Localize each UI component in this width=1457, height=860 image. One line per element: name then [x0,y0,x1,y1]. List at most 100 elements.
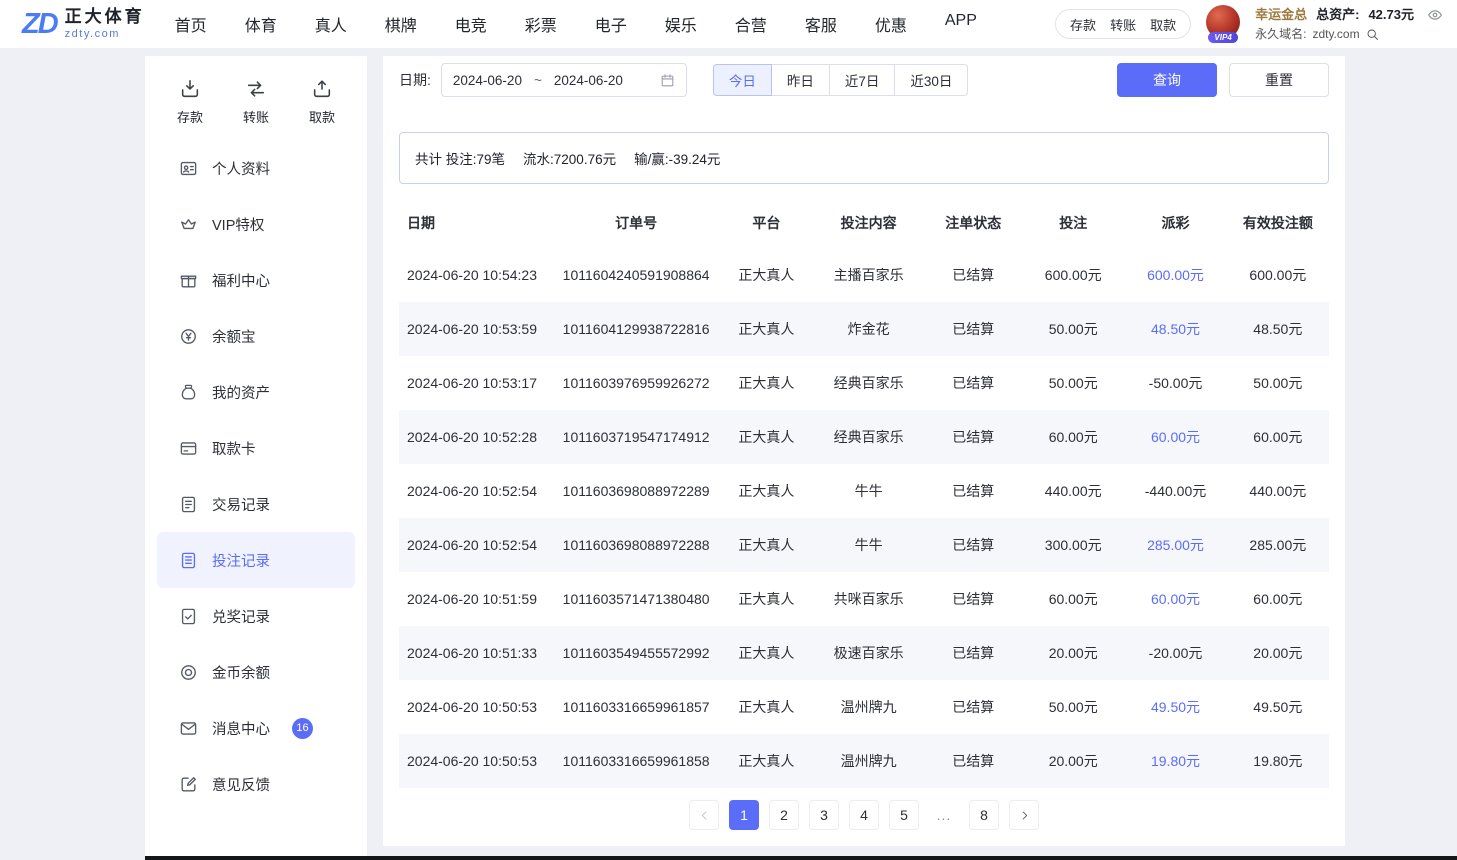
sidebar-item-welfare[interactable]: 福利中心 [157,252,355,308]
nav-item-live[interactable]: 真人 [315,12,347,36]
sidebar-item-gold-balance[interactable]: 金币余额 [157,644,355,700]
cell-content: 牛牛 [813,518,925,572]
sidebar-menu: 个人资料VIP特权福利中心余额宝我的资产取款卡交易记录投注记录兑奖记录金币余额消… [145,140,367,812]
sidebar: 存款转账取款 个人资料VIP特权福利中心余额宝我的资产取款卡交易记录投注记录兑奖… [145,56,367,860]
cell-order: 1011603316659961857 [552,680,719,734]
cell-payout: -50.00元 [1124,356,1226,410]
page-button-2[interactable]: 2 [769,800,799,830]
records-table-body: 2024-06-20 10:54:231011604240591908864正大… [399,248,1329,788]
cell-payout: 49.50元 [1124,680,1226,734]
range-button-today[interactable]: 今日 [713,64,772,96]
table-row: 2024-06-20 10:54:231011604240591908864正大… [399,248,1329,302]
sidebar-item-withdraw-card[interactable]: 取款卡 [157,420,355,476]
total-assets-value: 42.73元 [1368,5,1414,25]
column-header: 订单号 [552,198,719,248]
sidebar-item-transactions[interactable]: 交易记录 [157,476,355,532]
header-right: 存款转账取款 VIP4 幸运金总 总资产: 42.73元 永久域名: zdty.… [1055,5,1443,44]
sidebar-item-redeem-records[interactable]: 兑奖记录 [157,588,355,644]
nav-item-lottery[interactable]: 彩票 [525,12,557,36]
nav-item-sports[interactable]: 体育 [245,12,277,36]
page-body: 存款转账取款 个人资料VIP特权福利中心余额宝我的资产取款卡交易记录投注记录兑奖… [0,48,1457,860]
page-button-3[interactable]: 3 [809,800,839,830]
sidebar-item-yuebao[interactable]: 余额宝 [157,308,355,364]
sidebar-item-assets[interactable]: 我的资产 [157,364,355,420]
nav-item-esports[interactable]: 电竞 [455,12,487,36]
nav-item-joint[interactable]: 合营 [735,12,767,36]
permanent-domain-label: 永久域名: [1255,25,1306,43]
chevron-left-icon [698,809,711,822]
feedback-icon [179,775,198,794]
nav-item-slots[interactable]: 电子 [595,12,627,36]
sidebar-item-vip[interactable]: VIP特权 [157,196,355,252]
date-filter-label: 日期: [399,70,431,90]
eye-icon[interactable] [1427,7,1443,23]
quick-action-deposit[interactable]: 存款 [177,78,203,126]
cell-content: 共咪百家乐 [813,572,925,626]
user-row-assets: 幸运金总 总资产: 42.73元 [1255,5,1443,25]
cell-platform: 正大真人 [720,680,813,734]
range-button-last7[interactable]: 近7日 [829,64,896,96]
quick-action-withdraw[interactable]: 取款 [309,78,335,126]
column-header: 有效投注额 [1227,198,1329,248]
summary-bar: 共计 投注:79笔流水:7200.76元输/赢:-39.24元 [399,132,1329,184]
calendar-icon [660,73,675,88]
pagination-next-button[interactable] [1009,800,1039,830]
deposit-button[interactable]: 存款 [1070,15,1096,34]
cell-status: 已结算 [924,464,1022,518]
reset-button[interactable]: 重置 [1229,63,1329,97]
nav-item-app[interactable]: APP [945,12,977,36]
date-range-input[interactable]: 2024-06-20 ~ 2024-06-20 [441,63,687,97]
sidebar-item-messages[interactable]: 消息中心16 [157,700,355,756]
sidebar-item-label: 消息中心 [212,718,270,739]
transfer-button[interactable]: 转账 [1110,15,1136,34]
total-assets-label: 总资产: [1316,5,1359,25]
cell-platform: 正大真人 [720,248,813,302]
username: 幸运金总 [1255,5,1307,25]
sidebar-item-bet-records[interactable]: 投注记录 [157,532,355,588]
cell-content: 经典百家乐 [813,410,925,464]
date-separator: ~ [534,73,542,88]
sidebar-item-label: 福利中心 [212,270,270,291]
sidebar-item-label: 兑奖记录 [212,606,270,627]
page-button-8[interactable]: 8 [969,800,999,830]
search-icon[interactable] [1366,28,1379,41]
cell-status: 已结算 [924,518,1022,572]
brand-logo[interactable]: ZD 正大体育 zdty.com [22,8,145,40]
cell-content: 极速百家乐 [813,626,925,680]
cell-payout: 285.00元 [1124,518,1226,572]
nav-item-home[interactable]: 首页 [175,12,207,36]
range-button-yesterday[interactable]: 昨日 [771,64,830,96]
yuebao-icon [179,327,198,346]
sidebar-item-feedback[interactable]: 意见反馈 [157,756,355,812]
cell-valid: 440.00元 [1227,464,1329,518]
quick-action-transfer[interactable]: 转账 [243,78,269,126]
cell-date: 2024-06-20 10:52:54 [399,464,552,518]
pagination-prev-button[interactable] [689,800,719,830]
main-nav: 首页 体育 真人 棋牌 电竞 彩票 电子 娱乐 合营 客服 优惠 APP [175,12,977,36]
cell-bet: 440.00元 [1022,464,1124,518]
cell-platform: 正大真人 [720,626,813,680]
page-button-1[interactable]: 1 [729,800,759,830]
page-button-5[interactable]: 5 [889,800,919,830]
nav-item-chess[interactable]: 棋牌 [385,12,417,36]
avatar-block: VIP4 [1203,5,1243,43]
pagination-ellipsis[interactable]: ... [929,800,959,830]
chevron-right-icon [1018,809,1031,822]
search-button[interactable]: 查询 [1117,63,1217,97]
range-button-last30[interactable]: 近30日 [894,64,968,96]
cell-order: 1011604129938722816 [552,302,719,356]
brand-text: 正大体育 zdty.com [65,8,145,40]
cell-status: 已结算 [924,248,1022,302]
nav-item-entertainment[interactable]: 娱乐 [665,12,697,36]
cell-platform: 正大真人 [720,464,813,518]
cell-valid: 50.00元 [1227,356,1329,410]
withdraw-button[interactable]: 取款 [1150,15,1176,34]
cell-bet: 50.00元 [1022,302,1124,356]
cell-status: 已结算 [924,410,1022,464]
nav-item-promo[interactable]: 优惠 [875,12,907,36]
sidebar-item-profile[interactable]: 个人资料 [157,140,355,196]
cell-valid: 20.00元 [1227,626,1329,680]
page-button-4[interactable]: 4 [849,800,879,830]
nav-item-service[interactable]: 客服 [805,12,837,36]
gift-icon [179,271,198,290]
